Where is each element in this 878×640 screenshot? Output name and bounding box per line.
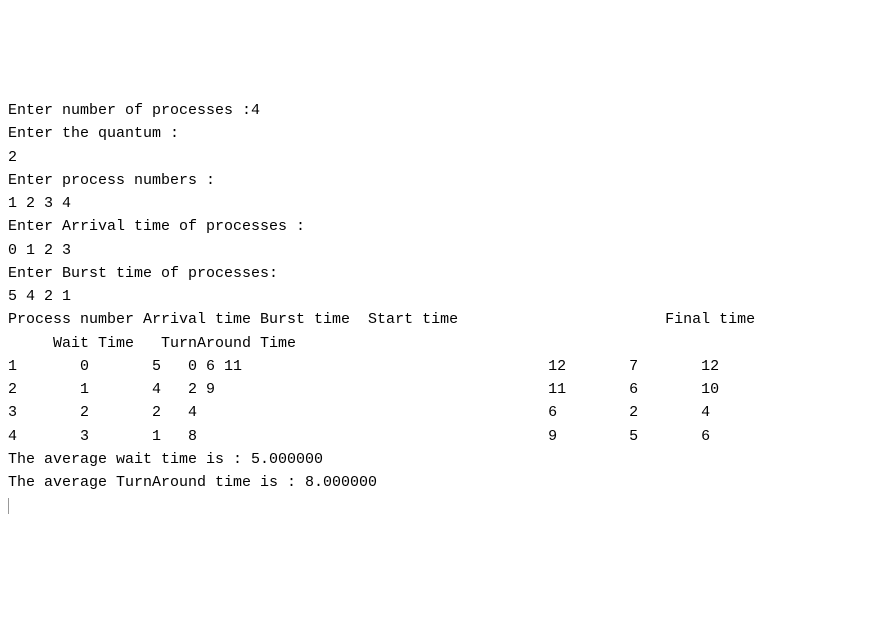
table-row: 3 2 2 4 6 2 4	[8, 404, 710, 421]
line-prompt-arrival: Enter Arrival time of processes :	[8, 218, 305, 235]
line-avg-turnaround: The average TurnAround time is : 8.00000…	[8, 474, 377, 491]
line-prompt-burst: Enter Burst time of processes:	[8, 265, 278, 282]
line-table-header-1: Process number Arrival time Burst time S…	[8, 311, 755, 328]
table-row: 2 1 4 2 9 11 6 10	[8, 381, 719, 398]
line-arrival-value: 0 1 2 3	[8, 242, 71, 259]
line-prompt-quantum: Enter the quantum :	[8, 125, 179, 142]
line-procnums-value: 1 2 3 4	[8, 195, 71, 212]
line-prompt-processes: Enter number of processes :4	[8, 102, 260, 119]
line-table-header-2: Wait Time TurnAround Time	[8, 335, 296, 352]
line-prompt-procnums: Enter process numbers :	[8, 172, 215, 189]
line-burst-value: 5 4 2 1	[8, 288, 71, 305]
line-quantum-value: 2	[8, 149, 17, 166]
terminal-output: Enter number of processes :4 Enter the q…	[8, 99, 870, 518]
table-row: 4 3 1 8 9 5 6	[8, 428, 710, 445]
table-row: 1 0 5 0 6 11 12 7 12	[8, 358, 719, 375]
line-avg-wait: The average wait time is : 5.000000	[8, 451, 323, 468]
